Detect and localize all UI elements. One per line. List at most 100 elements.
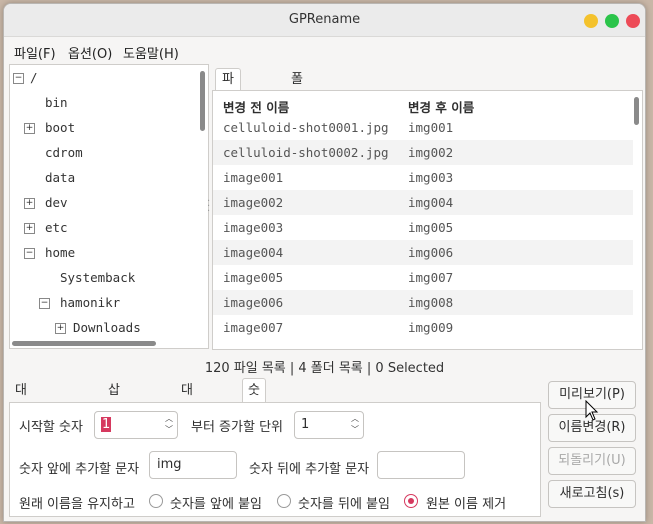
- prefix-input[interactable]: img: [149, 451, 237, 479]
- file-name-before: image006: [223, 295, 284, 310]
- menu-file[interactable]: 파일(F): [14, 43, 56, 62]
- tree-item-label: /: [30, 70, 38, 85]
- mouse-cursor-icon: [585, 400, 599, 421]
- radio-prepend[interactable]: [149, 494, 163, 508]
- undo-button[interactable]: 되돌리기(U): [548, 447, 636, 475]
- spinner-arrows-icon[interactable]: ︿ ﹀: [351, 413, 359, 435]
- expand-icon[interactable]: +: [24, 198, 35, 209]
- suffix-input[interactable]: [377, 451, 465, 479]
- tree-item[interactable]: − hamonikr: [10, 292, 200, 317]
- tab-case-change[interactable]: 대소문자 변경: [9, 378, 33, 518]
- column-header-after[interactable]: 변경 후 이름: [408, 97, 474, 116]
- tree-vertical-scrollbar[interactable]: [200, 71, 205, 131]
- tree-item-label: home: [45, 245, 76, 260]
- tab-file-list[interactable]: 파일 목록: [215, 68, 241, 153]
- file-row[interactable]: celluloid-shot0001.jpg img001: [213, 115, 633, 140]
- tab-insert-delete[interactable]: 삽입 / 삭제: [102, 378, 126, 494]
- increment-label: 부터 증가할 단위: [191, 420, 283, 435]
- file-name-before: celluloid-shot0002.jpg: [223, 145, 389, 160]
- title-bar: GPRename: [4, 4, 645, 37]
- tree-item-label: data: [45, 170, 76, 185]
- increment-value: 1: [301, 417, 310, 432]
- tree-item[interactable]: − home: [10, 242, 200, 267]
- file-name-after: img008: [408, 295, 454, 310]
- spinner-arrows-icon[interactable]: ︿ ﹀: [165, 413, 173, 435]
- file-row[interactable]: image001 img003: [213, 165, 633, 190]
- tree-item-label: cdrom: [45, 145, 83, 160]
- file-name-before: image003: [223, 220, 284, 235]
- file-name-before: image004: [223, 245, 284, 260]
- file-row[interactable]: image007 img009: [213, 315, 633, 340]
- tree-item-label: etc: [45, 220, 68, 235]
- refresh-button[interactable]: 새로고침(s): [548, 480, 636, 508]
- tree-horizontal-scrollbar[interactable]: [12, 341, 156, 346]
- start-number-spinner[interactable]: 1 ︿ ﹀: [94, 411, 178, 439]
- radio-remove-original[interactable]: [404, 494, 418, 508]
- tree-item[interactable]: cdrom: [10, 142, 200, 167]
- tree-item[interactable]: Systemback: [10, 267, 200, 292]
- close-button[interactable]: [626, 14, 640, 28]
- column-header-before[interactable]: 변경 전 이름: [223, 97, 289, 116]
- tab-numeric[interactable]: 숫자변환: [242, 378, 266, 470]
- expand-icon[interactable]: +: [24, 223, 35, 234]
- file-name-before: image005: [223, 270, 284, 285]
- file-row[interactable]: image002 img004: [213, 190, 633, 215]
- tree-item-label: boot: [45, 120, 76, 135]
- file-list-table: 변경 전 이름 변경 후 이름 celluloid-shot0001.jpg im…: [212, 90, 643, 350]
- numeric-options-panel: 시작할 숫자 1 ︿ ﹀ 부터 증가할 단위 1 ︿ ﹀ 숫자 앞에 추가할 문자 …: [9, 402, 541, 517]
- tree-item[interactable]: + Downloads: [10, 317, 200, 342]
- file-name-after: img007: [408, 270, 454, 285]
- expand-icon[interactable]: +: [55, 323, 66, 334]
- file-name-before: celluloid-shot0001.jpg: [223, 120, 389, 135]
- tab-replace-remove[interactable]: 대체/제거: [175, 378, 203, 470]
- tree-item[interactable]: − /: [10, 67, 200, 92]
- increment-spinner[interactable]: 1 ︿ ﹀: [294, 411, 364, 439]
- maximize-button[interactable]: [605, 14, 619, 28]
- window-title: GPRename: [288, 12, 361, 27]
- radio-remove-original-label[interactable]: 원본 이름 제거: [426, 493, 506, 512]
- file-row[interactable]: celluloid-shot0002.jpg img002: [213, 140, 633, 165]
- start-number-label: 시작할 숫자: [19, 420, 83, 435]
- tab-folder-list[interactable]: 폴더 목록: [284, 68, 310, 153]
- file-name-after: img001: [408, 120, 454, 135]
- menu-bar: 파일(F) 옵션(O) 도움말(H): [4, 37, 645, 63]
- file-name-after: img006: [408, 245, 454, 260]
- file-name-after: img003: [408, 170, 454, 185]
- expand-icon[interactable]: +: [24, 123, 35, 134]
- tree-item-label: bin: [45, 95, 68, 110]
- file-name-after: img005: [408, 220, 454, 235]
- file-pane: 파일 목록 폴더 목록 변경 전 이름 변경 후 이름 celluloid-sh…: [212, 64, 643, 350]
- radio-append-label[interactable]: 숫자를 뒤에 붙임: [298, 493, 390, 512]
- start-number-value: 1: [101, 417, 112, 432]
- radio-prepend-label[interactable]: 숫자를 앞에 붙임: [170, 493, 262, 512]
- radio-append[interactable]: [277, 494, 291, 508]
- file-name-before: image002: [223, 195, 284, 210]
- suffix-label: 숫자 뒤에 추가할 문자: [249, 462, 370, 477]
- tree-item[interactable]: + dev: [10, 192, 200, 217]
- file-name-before: image001: [223, 170, 284, 185]
- tree-item[interactable]: data: [10, 167, 200, 192]
- prefix-value: img: [157, 457, 182, 472]
- collapse-icon[interactable]: −: [13, 73, 24, 84]
- file-name-before: image007: [223, 320, 284, 335]
- file-list-scrollbar[interactable]: [634, 97, 639, 125]
- tree-item[interactable]: + boot: [10, 117, 200, 142]
- file-name-after: img002: [408, 145, 454, 160]
- file-row[interactable]: image004 img006: [213, 240, 633, 265]
- menu-help[interactable]: 도움말(H): [123, 43, 179, 62]
- file-row[interactable]: image006 img008: [213, 290, 633, 315]
- menu-options[interactable]: 옵션(O): [68, 43, 112, 62]
- tree-item[interactable]: + etc: [10, 217, 200, 242]
- collapse-icon[interactable]: −: [39, 298, 50, 309]
- file-name-after: img009: [408, 320, 454, 335]
- tree-item[interactable]: bin: [10, 92, 200, 117]
- file-row[interactable]: image005 img007: [213, 265, 633, 290]
- file-row[interactable]: image003 img005: [213, 215, 633, 240]
- status-bar: 120 파일 목록 | 4 폴더 목록 | 0 Selected: [204, 361, 445, 376]
- minimize-button[interactable]: [584, 14, 598, 28]
- prefix-label: 숫자 앞에 추가할 문자: [19, 462, 140, 477]
- keep-name-label: 원래 이름을 유지하고: [19, 497, 135, 512]
- pane-splitter[interactable]: · · ·: [207, 197, 210, 217]
- app-window: GPRename 파일(F) 옵션(O) 도움말(H) − / bin + boot cd…: [3, 3, 646, 522]
- collapse-icon[interactable]: −: [24, 248, 35, 259]
